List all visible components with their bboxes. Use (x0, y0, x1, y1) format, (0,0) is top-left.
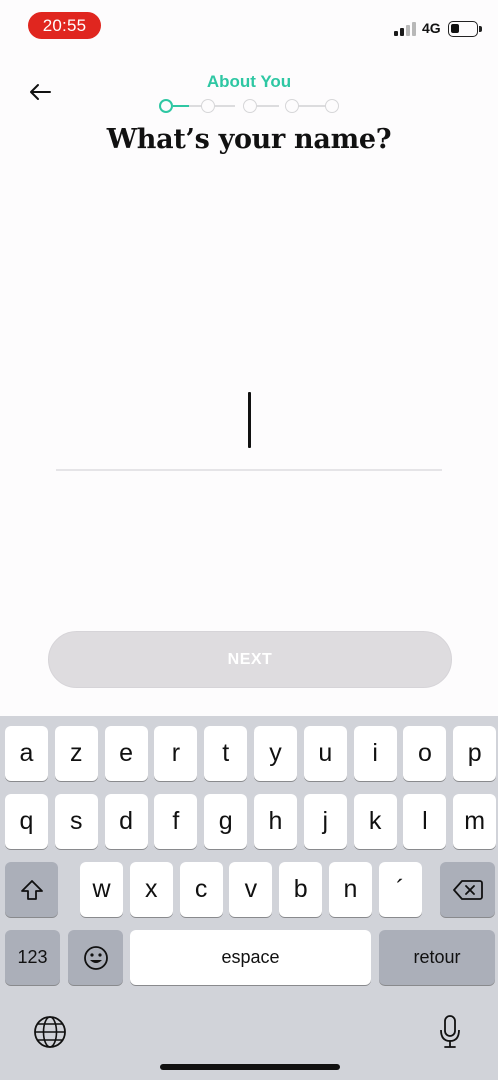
key-y[interactable]: y (254, 726, 297, 781)
emoji-key[interactable] (68, 930, 123, 985)
globe-button[interactable] (30, 1012, 70, 1052)
key-s[interactable]: s (54, 794, 98, 849)
key-h[interactable]: h (254, 794, 297, 849)
stepper-line-active (173, 105, 189, 107)
key-j[interactable]: j (303, 794, 347, 849)
key-r[interactable]: r (154, 726, 198, 781)
keyboard: azertyuiop qsdfghjklm w x c v b n ´ 123 espace… (0, 716, 498, 1080)
status-bar: 20:55 4G (0, 0, 498, 54)
next-button[interactable]: NEXT (48, 631, 452, 688)
cellular-signal-icon (394, 22, 416, 36)
key-acute-accent[interactable]: ´ (378, 862, 422, 917)
stepper-line (298, 105, 326, 107)
page-title: What’s your name? (106, 124, 392, 155)
shift-key[interactable] (5, 862, 58, 917)
space-key[interactable]: espace (130, 930, 371, 985)
key-g[interactable]: g (204, 794, 248, 849)
status-time: 20:55 (28, 12, 101, 39)
key-q[interactable]: q (5, 794, 48, 849)
stepper-line (215, 105, 235, 107)
network-type: 4G (422, 20, 441, 36)
globe-icon (34, 1016, 66, 1048)
stepper-step-2 (201, 99, 215, 113)
key-z[interactable]: z (54, 726, 98, 781)
emoji-icon (83, 945, 108, 970)
return-key[interactable]: retour (379, 930, 495, 985)
shift-icon (20, 879, 43, 900)
progress-stepper (159, 98, 341, 114)
home-indicator (160, 1064, 340, 1070)
text-caret (248, 392, 251, 448)
stepper-step-5 (325, 99, 339, 113)
microphone-icon (440, 1015, 460, 1048)
key-m[interactable]: m (453, 794, 497, 849)
key-u[interactable]: u (303, 726, 347, 781)
backspace-icon (452, 879, 483, 900)
key-b[interactable]: b (279, 862, 323, 917)
backspace-key[interactable] (440, 862, 495, 917)
dictation-button[interactable] (432, 1010, 468, 1054)
key-k[interactable]: k (353, 794, 397, 849)
stepper-step-3 (243, 99, 257, 113)
key-t[interactable]: t (204, 726, 248, 781)
key-p[interactable]: p (453, 726, 497, 781)
key-v[interactable]: v (229, 862, 273, 917)
numbers-key[interactable]: 123 (5, 930, 60, 985)
key-n[interactable]: n (329, 862, 372, 917)
key-o[interactable]: o (403, 726, 447, 781)
key-w[interactable]: w (80, 862, 123, 917)
key-i[interactable]: i (353, 726, 397, 781)
stepper-line (257, 105, 279, 107)
stepper-step-4 (285, 99, 299, 113)
key-c[interactable]: c (179, 862, 223, 917)
key-e[interactable]: e (104, 726, 148, 781)
key-d[interactable]: d (104, 794, 148, 849)
key-f[interactable]: f (154, 794, 198, 849)
stepper-step-1 (159, 99, 173, 113)
key-x[interactable]: x (129, 862, 173, 917)
battery-icon (448, 21, 482, 37)
section-label: About You (206, 72, 292, 91)
key-a[interactable]: a (5, 726, 48, 781)
input-underline (56, 469, 442, 471)
key-l[interactable]: l (403, 794, 447, 849)
